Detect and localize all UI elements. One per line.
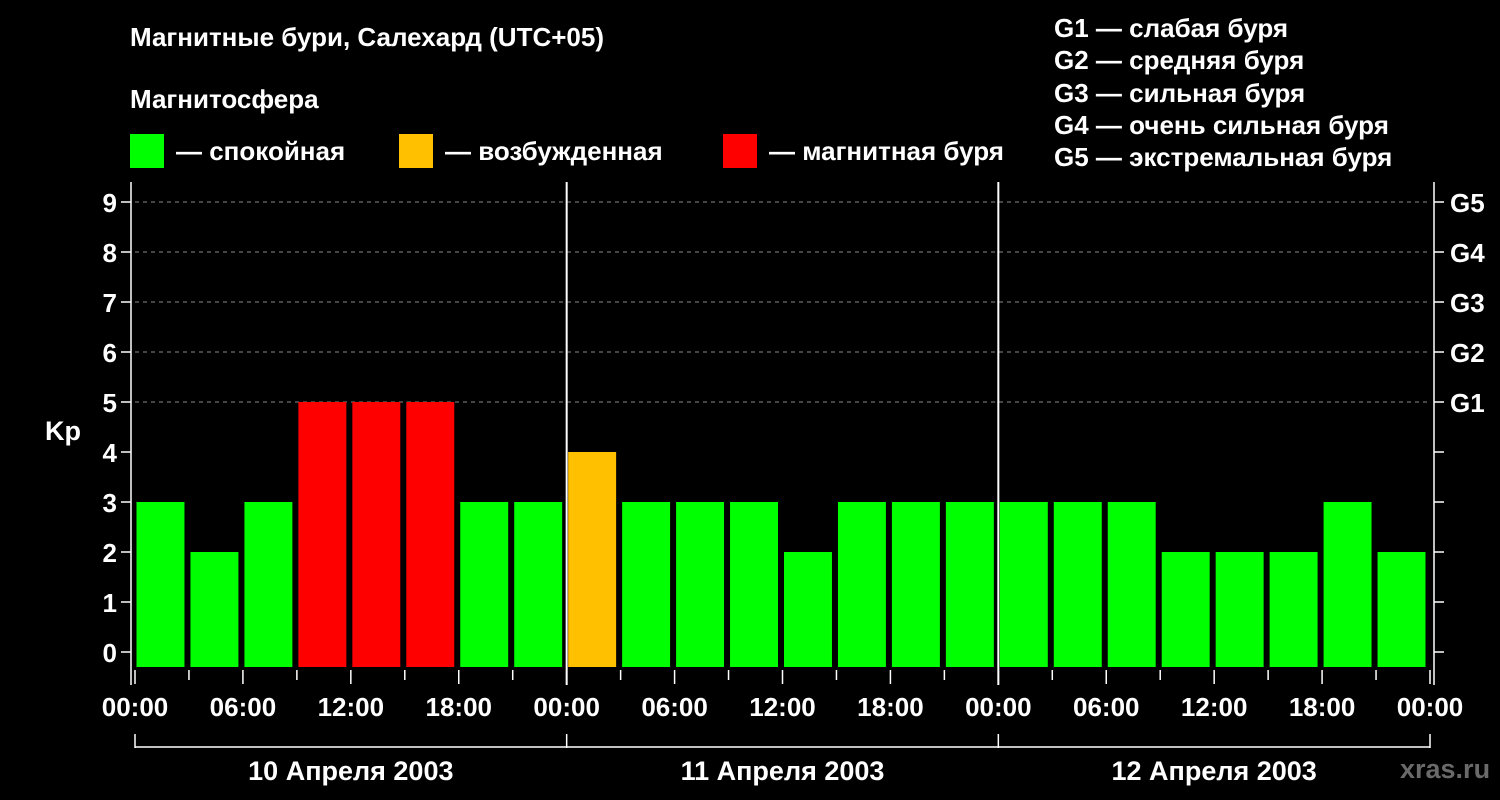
x-tick-label-9: 06:00 [1073, 692, 1140, 722]
kp-bar-14 [891, 502, 940, 667]
x-tick-label-4: 00:00 [533, 692, 600, 722]
kp-bar-20 [1215, 552, 1264, 667]
kp-bar-15 [945, 502, 994, 667]
kp-bar-12 [784, 552, 832, 667]
x-tick-label-5: 06:00 [641, 692, 708, 722]
kp-bar-16 [999, 502, 1048, 667]
g-tick-label-g4: G4 [1450, 238, 1485, 268]
y-tick-label-8: 8 [103, 238, 117, 268]
kp-bar-22 [1323, 502, 1372, 667]
kp-bar-5 [406, 402, 455, 667]
x-tick-label-8: 00:00 [965, 692, 1032, 722]
y-tick-label-5: 5 [103, 388, 117, 418]
y-tick-label-9: 9 [103, 188, 117, 218]
x-tick-label-2: 12:00 [318, 692, 385, 722]
kp-bar-19 [1161, 552, 1210, 667]
kp-bar-10 [676, 502, 725, 667]
kp-bar-8 [568, 452, 617, 667]
y-tick-label-7: 7 [103, 288, 117, 318]
x-tick-label-0: 00:00 [102, 692, 169, 722]
kp-bar-1 [190, 552, 239, 667]
g-tick-label-g2: G2 [1450, 338, 1485, 368]
kp-bar-0 [136, 502, 185, 667]
kp-bar-9 [622, 502, 671, 667]
kp-bar-2 [244, 502, 293, 667]
y-tick-label-4: 4 [103, 438, 118, 468]
kp-bar-13 [837, 502, 886, 667]
x-tick-label-7: 18:00 [857, 692, 924, 722]
kp-chart: 0 1 2 3 4 5 6 7 8 9 G1 G2 G3 G4 G5 Kp 00:00 06:00 12:00 18:… [45, 182, 1485, 786]
kp-bar-23 [1377, 552, 1426, 667]
x-tick-label-6: 12:00 [749, 692, 816, 722]
y-tick-label-2: 2 [103, 538, 117, 568]
day-label-2: 12 Апреля 2003 [1112, 756, 1317, 786]
day-label-1: 11 Апреля 2003 [681, 756, 885, 786]
kp-bar-17 [1053, 502, 1102, 667]
x-tick-label-12: 00:00 [1397, 692, 1464, 722]
y-tick-label-1: 1 [103, 588, 117, 618]
kp-bar-7 [514, 502, 563, 667]
kp-bar-11 [730, 502, 778, 667]
y-tick-label-3: 3 [103, 488, 117, 518]
y-tick-label-6: 6 [103, 338, 117, 368]
x-tick-label-11: 18:00 [1289, 692, 1356, 722]
x-tick-label-3: 18:00 [426, 692, 493, 722]
kp-bar-6 [460, 502, 509, 667]
kp-bar-18 [1107, 502, 1156, 667]
kp-bar-4 [352, 402, 401, 667]
y-tick-label-0: 0 [103, 638, 117, 668]
day-label-0: 10 Апреля 2003 [248, 756, 453, 786]
watermark: xras.ru [1400, 754, 1491, 784]
x-tick-label-1: 06:00 [210, 692, 277, 722]
y-axis-label: Kp [45, 416, 81, 446]
g-tick-label-g1: G1 [1450, 388, 1485, 418]
g-tick-label-g3: G3 [1450, 288, 1485, 318]
x-tick-label-10: 12:00 [1181, 692, 1248, 722]
kp-bar-21 [1269, 552, 1318, 667]
g-tick-label-g5: G5 [1450, 188, 1485, 218]
kp-bar-3 [298, 402, 347, 667]
